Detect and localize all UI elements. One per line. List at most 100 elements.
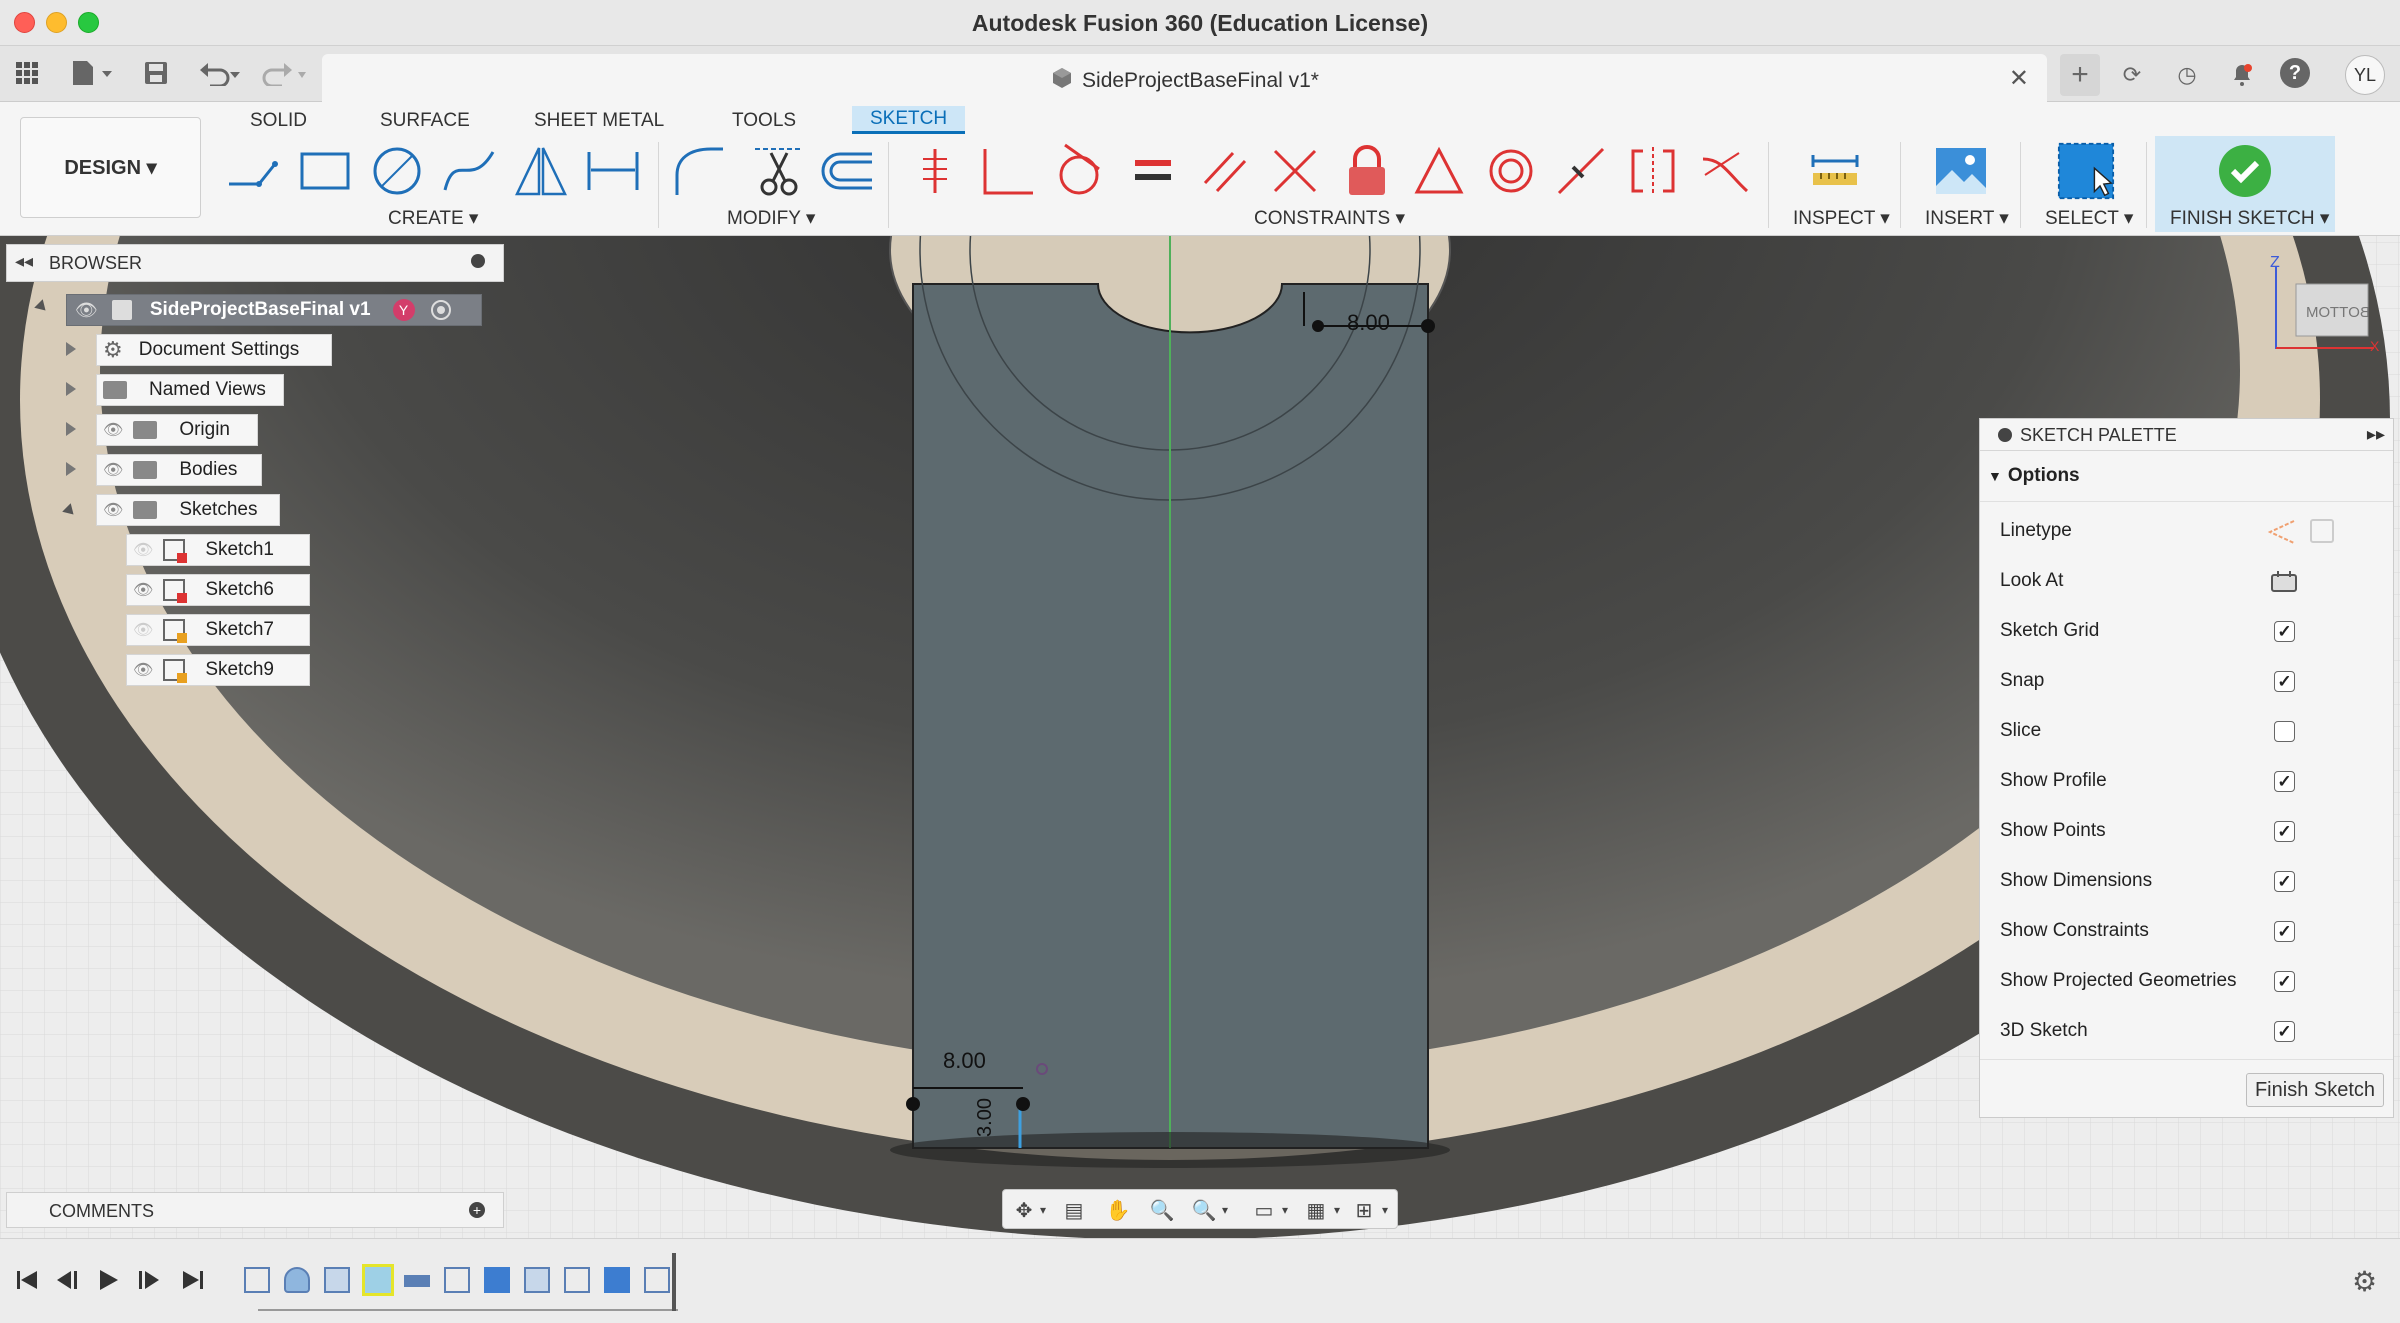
browser-item-sketch1[interactable]: 👁 Sketch1: [126, 534, 310, 566]
midpoint-icon[interactable]: [1552, 142, 1610, 200]
modify-group-label[interactable]: MODIFY ▾: [727, 207, 815, 230]
dimension-label-bottom[interactable]: 8.00: [943, 1048, 986, 1074]
browser-item-origin[interactable]: 👁 Origin: [96, 414, 258, 446]
finish-sketch-button[interactable]: Finish Sketch: [2246, 1073, 2384, 1107]
save-icon[interactable]: [140, 56, 172, 90]
mirror-icon[interactable]: [512, 142, 570, 200]
redo-icon[interactable]: [258, 56, 310, 90]
finish-sketch-group-label[interactable]: FINISH SKETCH ▾: [2170, 207, 2329, 230]
perpendicular-icon[interactable]: [978, 142, 1036, 200]
browser-item-sketch9[interactable]: 👁 Sketch9: [126, 654, 310, 686]
browser-item-document-settings[interactable]: ⚙ Document Settings: [96, 334, 332, 366]
expand-icon[interactable]: [66, 422, 76, 436]
tangent-icon[interactable]: [1050, 142, 1108, 200]
zoom-window-icon[interactable]: 🔍: [1189, 1196, 1219, 1224]
timeline-settings-icon[interactable]: ⚙: [2352, 1265, 2377, 1298]
file-menu-icon[interactable]: [66, 56, 118, 90]
palette-pin-icon[interactable]: [1998, 428, 2012, 442]
browser-item-bodies[interactable]: 👁 Bodies: [96, 454, 262, 486]
curvature-icon[interactable]: [1696, 142, 1754, 200]
expand-palette-icon[interactable]: ▸▸: [2367, 424, 2385, 445]
circle-icon[interactable]: [368, 142, 426, 200]
select-icon[interactable]: [2057, 142, 2115, 200]
viewcube[interactable]: BOTTOM Z X: [2270, 254, 2380, 356]
browser-item-sketch6[interactable]: 👁 Sketch6: [126, 574, 310, 606]
concentric-icon[interactable]: [1482, 142, 1540, 200]
comments-panel-header[interactable]: COMMENTS +: [6, 1192, 504, 1228]
equal-icon[interactable]: [1124, 142, 1182, 200]
finish-sketch-check-icon[interactable]: [2216, 142, 2274, 200]
eye-icon[interactable]: 👁: [75, 300, 98, 321]
insert-group-label[interactable]: INSERT ▾: [1925, 207, 2009, 230]
timeline-sketch-feature-icon[interactable]: [644, 1267, 670, 1293]
go-to-start-icon[interactable]: [12, 1265, 42, 1295]
eye-hidden-icon[interactable]: 👁: [133, 540, 153, 560]
snap-checkbox[interactable]: ✓: [2274, 671, 2295, 692]
measure-icon[interactable]: [1806, 142, 1864, 200]
options-section-header[interactable]: ▼ Options: [1988, 465, 2080, 487]
tab-solid[interactable]: SOLID: [250, 108, 307, 136]
select-group-label[interactable]: SELECT ▾: [2045, 207, 2133, 230]
timeline-align-feature-icon[interactable]: [404, 1275, 430, 1287]
show-profile-checkbox[interactable]: ✓: [2274, 771, 2295, 792]
tab-tools[interactable]: TOOLS: [732, 108, 796, 136]
user-avatar[interactable]: YL: [2345, 55, 2385, 95]
dimension-label-top[interactable]: 8.00: [1347, 310, 1390, 336]
browser-item-sketches[interactable]: 👁 Sketches: [96, 494, 280, 526]
insert-image-icon[interactable]: [1932, 142, 1990, 200]
pan-icon[interactable]: ✋: [1103, 1196, 1133, 1224]
triangle-icon[interactable]: [1410, 142, 1468, 200]
timeline-extrude-feature-icon[interactable]: [284, 1267, 310, 1293]
browser-panel-header[interactable]: ◂◂ BROWSER: [6, 244, 504, 282]
show-points-checkbox[interactable]: ✓: [2274, 821, 2295, 842]
notifications-icon[interactable]: [2225, 58, 2259, 92]
timeline-sketch-feature-icon[interactable]: [564, 1267, 590, 1293]
dimension-label-bottom-vertical[interactable]: 3.00: [974, 1098, 997, 1137]
offset-icon[interactable]: [818, 142, 876, 200]
timeline-extrude-feature-icon[interactable]: [324, 1267, 350, 1293]
fillet-icon[interactable]: [670, 142, 728, 200]
browser-root-node[interactable]: 👁 SideProjectBaseFinal v1 Y: [66, 294, 482, 326]
zoom-dropdown-icon[interactable]: ▾: [1217, 1196, 1233, 1224]
symmetry-icon[interactable]: [1624, 142, 1682, 200]
expand-icon[interactable]: [66, 342, 76, 356]
trim-icon[interactable]: [750, 142, 808, 200]
line-icon[interactable]: [224, 142, 282, 200]
centerline-linetype-icon[interactable]: [2310, 519, 2334, 543]
timeline-extrude-feature-icon[interactable]: [524, 1267, 550, 1293]
create-group-label[interactable]: CREATE ▾: [388, 207, 478, 230]
dimension-icon[interactable]: [584, 142, 642, 200]
tab-sketch[interactable]: SKETCH: [852, 106, 966, 134]
browser-item-sketch7[interactable]: 👁 Sketch7: [126, 614, 310, 646]
radio-icon[interactable]: [430, 300, 451, 320]
grid-settings-icon[interactable]: ▦: [1301, 1196, 1331, 1224]
3d-sketch-checkbox[interactable]: ✓: [2274, 1021, 2295, 1042]
undo-icon[interactable]: [196, 56, 248, 90]
parallel-icon[interactable]: [1196, 142, 1254, 200]
timeline-body-feature-icon[interactable]: [604, 1267, 630, 1293]
sketch-palette-header[interactable]: SKETCH PALETTE ▸▸: [1980, 419, 2393, 451]
browser-pin-icon[interactable]: [471, 254, 485, 268]
zoom-icon[interactable]: 🔍: [1147, 1196, 1177, 1224]
tab-surface[interactable]: SURFACE: [380, 108, 470, 136]
timeline-selected-feature-icon[interactable]: [362, 1264, 394, 1296]
play-icon[interactable]: [94, 1265, 124, 1295]
constraints-group-label[interactable]: CONSTRAINTS ▾: [1254, 207, 1405, 230]
inspect-group-label[interactable]: INSPECT ▾: [1793, 207, 1890, 230]
timeline-body-feature-icon[interactable]: [484, 1267, 510, 1293]
slice-checkbox[interactable]: [2274, 721, 2295, 742]
viewports-icon[interactable]: ⊞: [1349, 1196, 1379, 1224]
rectangle-icon[interactable]: [296, 142, 354, 200]
timeline-marker[interactable]: [672, 1253, 676, 1311]
construction-linetype-icon[interactable]: [2267, 519, 2296, 550]
close-tab-icon[interactable]: ✕: [2009, 64, 2029, 93]
eye-icon[interactable]: 👁: [133, 580, 153, 600]
tab-sheet-metal[interactable]: SHEET METAL: [534, 108, 664, 136]
expand-icon[interactable]: [66, 462, 76, 476]
timeline-sketch-feature-icon[interactable]: [444, 1267, 470, 1293]
fix-lock-icon[interactable]: [1338, 142, 1396, 200]
grid-dropdown-icon[interactable]: ▾: [1329, 1196, 1345, 1224]
show-constraints-checkbox[interactable]: ✓: [2274, 921, 2295, 942]
job-status-icon[interactable]: ◷: [2170, 58, 2204, 92]
sketch-grid-checkbox[interactable]: ✓: [2274, 621, 2295, 642]
